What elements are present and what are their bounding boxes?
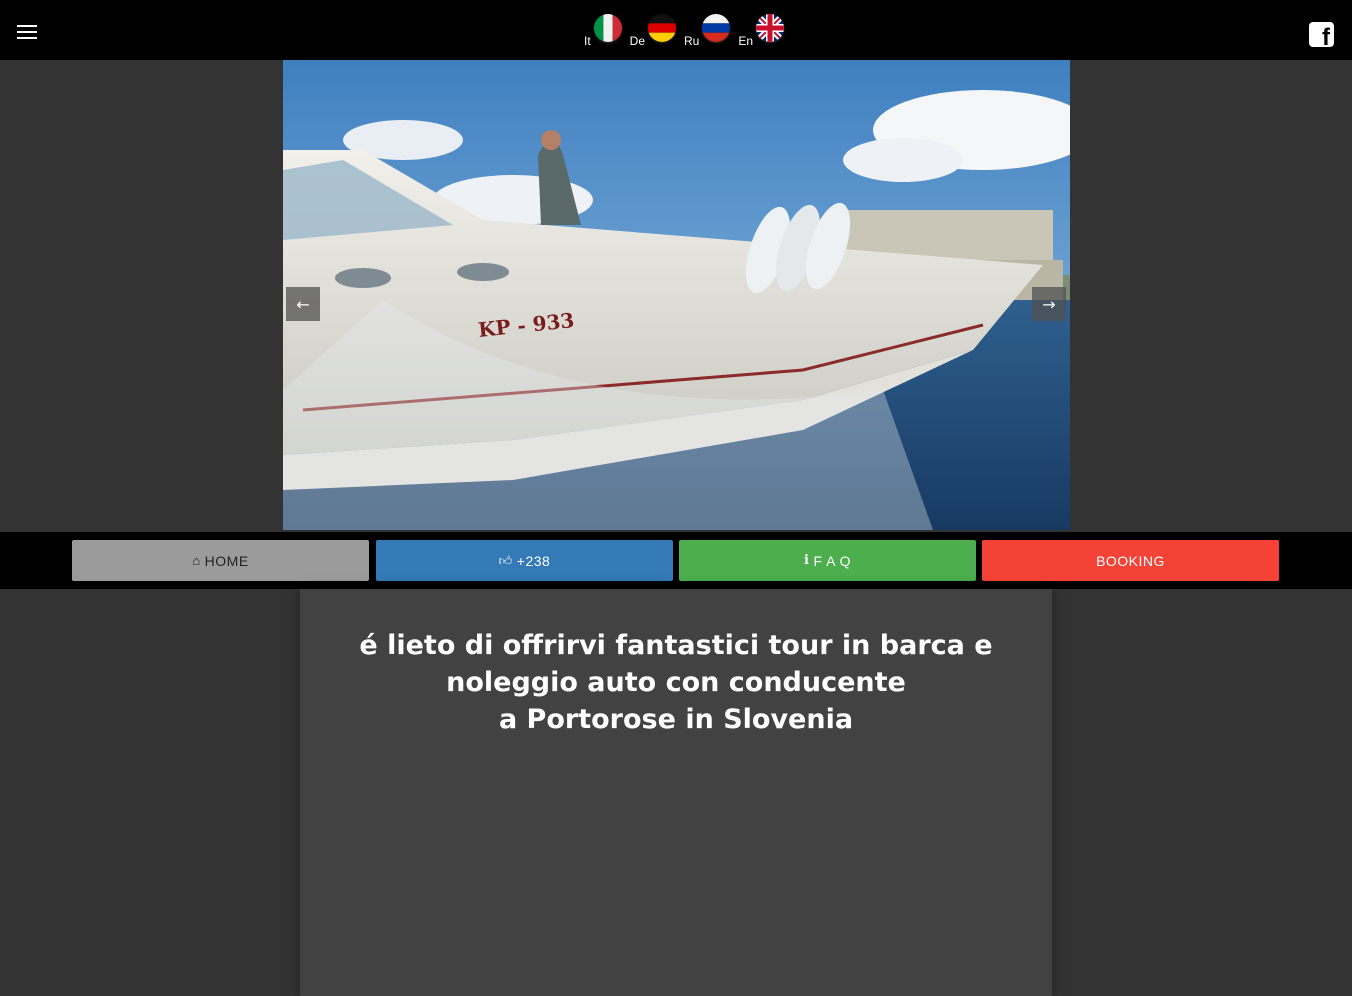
language-option-de[interactable]: De — [629, 14, 677, 48]
language-code: Ru — [684, 34, 700, 48]
home-button[interactable]: ⌂ HOME — [72, 540, 369, 581]
booking-label: BOOKING — [1096, 552, 1165, 569]
headline-line: é lieto di offrirvi fantastici tour in b… — [359, 630, 993, 661]
booking-button[interactable]: BOOKING — [982, 540, 1279, 581]
facebook-glyph: f — [1322, 24, 1330, 51]
hamburger-icon[interactable] — [17, 25, 37, 39]
speedboat-photo: KP - 933 — [283, 60, 1070, 530]
language-option-ru[interactable]: Ru — [684, 14, 731, 48]
language-switcher: It De Ru En — [584, 14, 792, 50]
faq-label: F A Q — [813, 552, 851, 569]
headline-line: a Portorose in Slovenia — [498, 704, 854, 735]
thumbs-up-icon: 👍︎ — [498, 552, 513, 568]
language-code: En — [738, 34, 754, 48]
page-headline: é lieto di offrirvi fantastici tour in b… — [300, 627, 1052, 738]
arrow-right-icon[interactable]: → — [1032, 287, 1066, 321]
facebook-icon[interactable]: f — [1309, 22, 1334, 51]
language-option-en[interactable]: En — [738, 14, 785, 48]
main-content: é lieto di offrirvi fantastici tour in b… — [300, 589, 1052, 996]
button-bar: ⌂ HOME 👍︎ +238 i F A Q BOOKING — [0, 532, 1352, 589]
germany-flag-icon — [648, 14, 677, 42]
arrow-left-icon[interactable]: ← — [286, 287, 320, 321]
faq-button[interactable]: i F A Q — [679, 540, 976, 581]
top-navbar: It De Ru En f — [0, 0, 1352, 60]
language-option-it[interactable]: It — [584, 14, 622, 48]
like-button[interactable]: 👍︎ +238 — [376, 540, 673, 581]
info-icon: i — [804, 553, 810, 568]
language-code: It — [584, 34, 591, 48]
russia-flag-icon — [702, 14, 731, 42]
language-code: De — [629, 34, 646, 48]
uk-flag-icon — [756, 14, 785, 42]
headline-line: noleggio auto con conducente — [446, 667, 906, 698]
like-count: +238 — [516, 552, 551, 569]
italy-flag-icon — [593, 14, 622, 42]
image-slider[interactable]: KP - 933 — [283, 60, 1070, 530]
home-icon: ⌂ — [192, 553, 201, 568]
home-label: HOME — [204, 552, 249, 569]
